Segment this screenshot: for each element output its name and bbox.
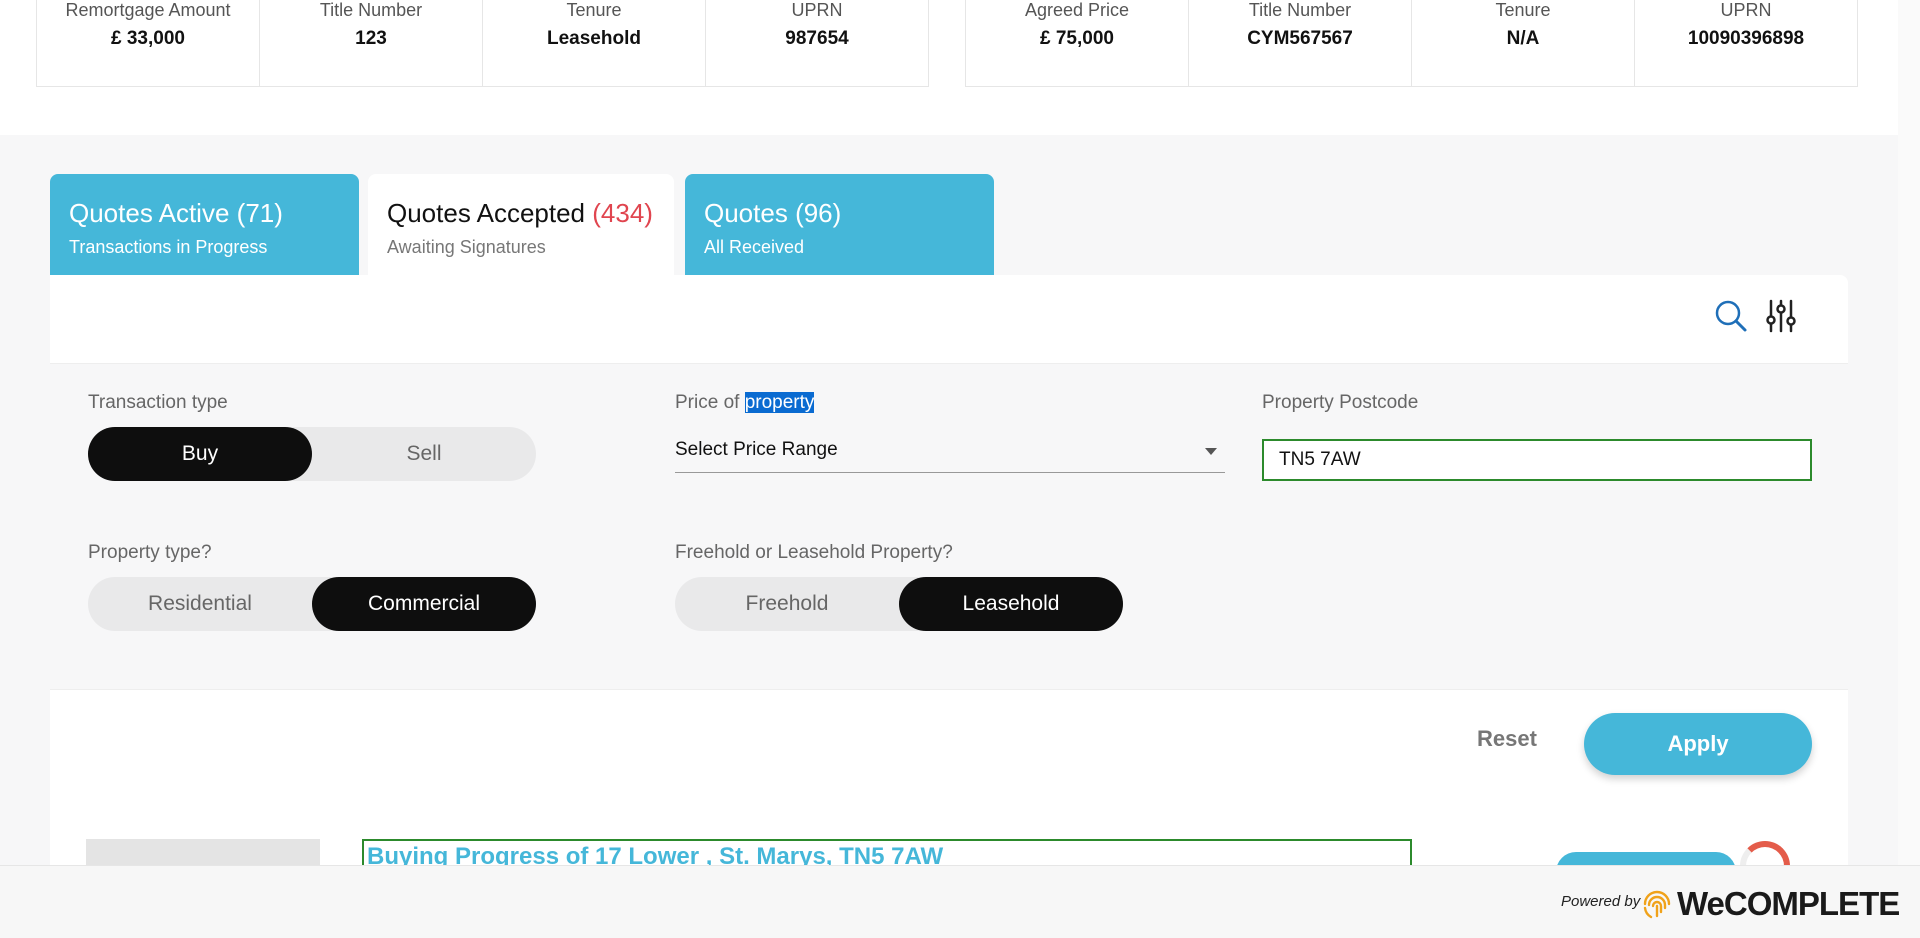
- price-label: Price of property: [675, 392, 815, 414]
- transaction-type-label: Transaction type: [88, 392, 228, 413]
- transaction-type-toggle: Buy Sell: [88, 427, 536, 481]
- quotes-panel: Transaction type Buy Sell Price of prope…: [50, 275, 1848, 891]
- summary-value: Leasehold: [547, 28, 641, 49]
- summary-cell: UPRN 10090396898: [1635, 0, 1857, 86]
- summary-label: Title Number: [319, 0, 423, 20]
- postcode-value: TN5 7AW: [1279, 449, 1361, 470]
- list-item[interactable]: Buying Progress of 17 Lower , St. Marys,…: [50, 806, 1848, 891]
- summary-label: Tenure: [566, 0, 622, 20]
- property-type-label: Property type?: [88, 542, 212, 563]
- purchase-summary-card: Agreed Price £ 75,000 Title Number CYM5675…: [965, 0, 1858, 87]
- price-label-highlight: property: [744, 392, 815, 413]
- filter-actions: Reset Apply: [50, 688, 1848, 806]
- chevron-down-icon: [1205, 448, 1217, 455]
- summary-value: 10090396898: [1687, 28, 1805, 49]
- price-range-select[interactable]: Select Price Range: [675, 428, 1225, 473]
- scrollbar[interactable]: [1898, 0, 1920, 865]
- price-label-prefix: Price of: [675, 392, 745, 413]
- tab-quotes-accepted[interactable]: Quotes Accepted (434) Awaiting Signature…: [368, 174, 674, 275]
- summary-cell: Agreed Price £ 75,000: [966, 0, 1189, 86]
- summary-value: 987654: [785, 28, 849, 49]
- summary-cell: Remortgage Amount £ 33,000: [37, 0, 260, 86]
- sell-option[interactable]: Sell: [312, 427, 536, 481]
- residential-option[interactable]: Residential: [88, 577, 312, 631]
- summary-label: Tenure: [1495, 0, 1551, 20]
- summary-value: 123: [355, 28, 387, 49]
- summary-label: Title Number: [1248, 0, 1352, 20]
- summary-cell: Title Number 123: [260, 0, 483, 86]
- tenure-toggle: Freehold Leasehold: [675, 577, 1123, 631]
- tab-title: Quotes Accepted: [387, 198, 586, 228]
- summary-cell: UPRN 987654: [706, 0, 928, 86]
- tab-title: Quotes Active: [69, 198, 230, 228]
- sliders-icon[interactable]: [1764, 299, 1798, 333]
- remortgage-summary-card: Remortgage Amount £ 33,000 Title Number 12…: [36, 0, 929, 87]
- summary-cell: Tenure Leasehold: [483, 0, 706, 86]
- summary-cell: Tenure N/A: [1412, 0, 1635, 86]
- brand-name: WeCOMPLETE: [1677, 885, 1900, 922]
- summary-label: UPRN: [791, 0, 843, 20]
- footer: Powered by WeCOMPLETE: [0, 865, 1920, 938]
- postcode-input[interactable]: TN5 7AW: [1262, 439, 1812, 481]
- panel-toolbar: [1714, 299, 1798, 333]
- tab-quotes[interactable]: Quotes (96) All Received: [685, 174, 994, 275]
- summary-value: CYM567567: [1247, 28, 1353, 49]
- tab-count: (96): [795, 198, 842, 228]
- property-type-toggle: Residential Commercial: [88, 577, 536, 631]
- postcode-label: Property Postcode: [1262, 392, 1419, 413]
- summary-label: UPRN: [1720, 0, 1772, 20]
- summary-label: Agreed Price: [1024, 0, 1130, 20]
- reset-button[interactable]: Reset: [1477, 726, 1537, 752]
- price-range-value: Select Price Range: [675, 439, 838, 460]
- search-icon[interactable]: [1714, 299, 1748, 333]
- summary-value: N/A: [1506, 28, 1540, 49]
- summary-value: £ 33,000: [111, 28, 185, 49]
- tab-title: Quotes: [704, 198, 788, 228]
- summary-value: £ 75,000: [1040, 28, 1114, 49]
- apply-button[interactable]: Apply: [1584, 713, 1812, 775]
- summary-label: Remortgage Amount: [65, 0, 231, 20]
- commercial-option[interactable]: Commercial: [312, 577, 536, 631]
- leasehold-option[interactable]: Leasehold: [899, 577, 1123, 631]
- tab-subtitle: All Received: [704, 237, 805, 257]
- tenure-label: Freehold or Leasehold Property?: [675, 542, 953, 563]
- tab-subtitle: Transactions in Progress: [69, 237, 268, 257]
- freehold-option[interactable]: Freehold: [675, 577, 899, 631]
- fingerprint-icon: [1643, 890, 1671, 919]
- tab-quotes-active[interactable]: Quotes Active (71) Transactions in Progr…: [50, 174, 359, 275]
- filter-form: Transaction type Buy Sell Price of prope…: [50, 363, 1848, 690]
- tab-subtitle: Awaiting Signatures: [387, 237, 546, 257]
- powered-by-text: Powered by: [1561, 893, 1641, 910]
- buy-option[interactable]: Buy: [88, 427, 312, 481]
- wecomplete-logo: WeCOMPLETE: [1641, 885, 1900, 923]
- summary-cell: Title Number CYM567567: [1189, 0, 1412, 86]
- tab-count: (434): [592, 198, 653, 228]
- tab-count: (71): [236, 198, 283, 228]
